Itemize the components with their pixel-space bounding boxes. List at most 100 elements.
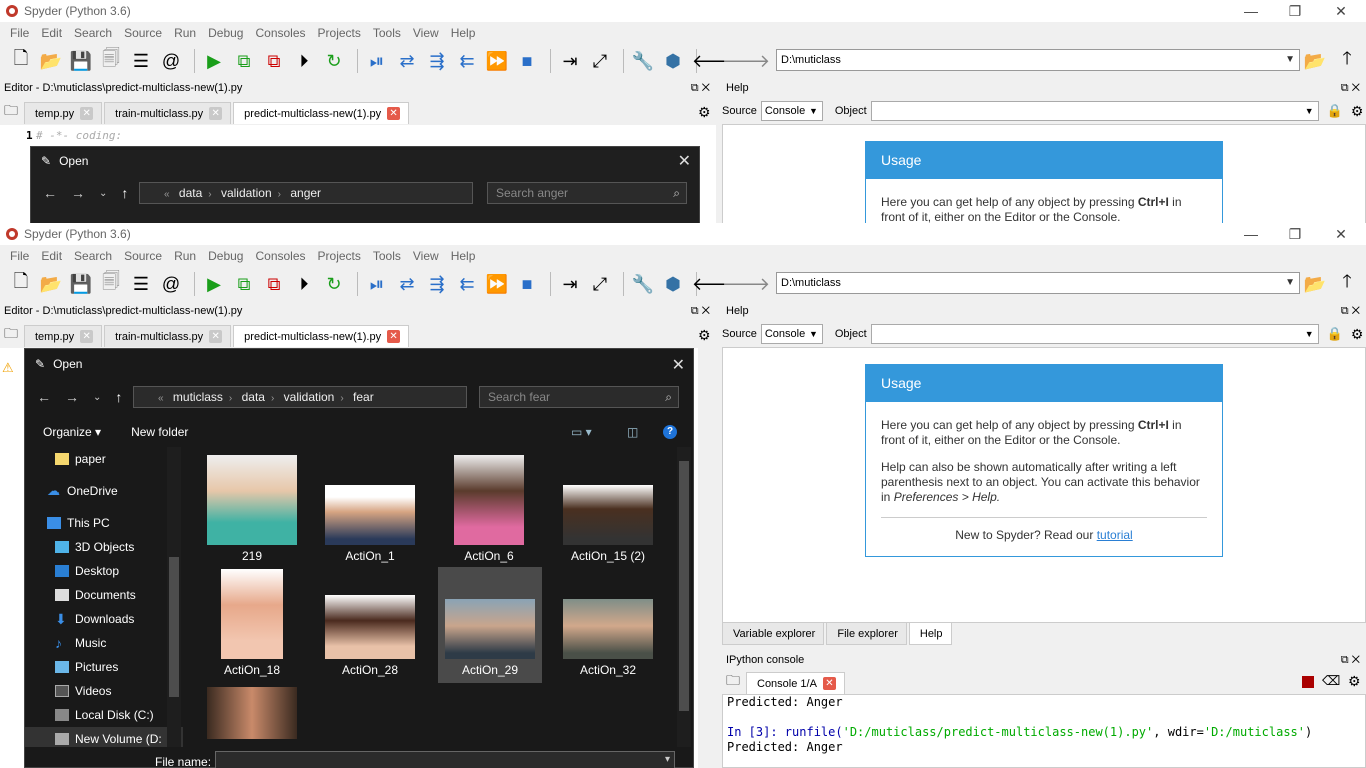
menu-source[interactable]: Source: [118, 26, 168, 40]
up-icon[interactable]: ↑: [121, 185, 128, 201]
console-output[interactable]: Predicted: Anger In [3]: runfile('D:/mut…: [722, 694, 1366, 768]
gear-icon[interactable]: ⚙: [1348, 673, 1361, 690]
menu-projects[interactable]: Projects: [312, 26, 367, 40]
python-path-icon[interactable]: ⬢: [660, 271, 686, 297]
pane-undock-close-icons[interactable]: ⧉ ✕: [1341, 79, 1360, 97]
menu-consoles[interactable]: Consoles: [249, 249, 311, 263]
run-cell-icon[interactable]: ⧉: [231, 48, 257, 74]
browse-tabs-icon[interactable]: 🗀: [0, 100, 24, 124]
rerun-icon[interactable]: ↻: [321, 271, 347, 297]
lock-icon[interactable]: 🔒: [1327, 326, 1343, 342]
tab-predict-multiclass[interactable]: predict-multiclass-new(1).py ✕: [233, 325, 410, 347]
close-icon[interactable]: ✕: [80, 330, 94, 343]
menu-search[interactable]: Search: [68, 249, 118, 263]
sidebar-item-this-pc[interactable]: This PC: [25, 511, 183, 535]
scrollbar-thumb[interactable]: [169, 557, 179, 697]
new-file-icon[interactable]: 🗋: [8, 48, 34, 74]
tab-train-multiclass[interactable]: train-multiclass.py ✕: [104, 325, 232, 347]
tab-console-1a[interactable]: Console 1/A ✕: [746, 672, 845, 694]
pane-undock-close-icons[interactable]: ⧉ ✕: [1341, 651, 1360, 669]
menu-help[interactable]: Help: [445, 249, 482, 263]
new-file-icon[interactable]: 🗋: [8, 271, 34, 297]
help-icon[interactable]: ?: [663, 425, 677, 439]
run-icon[interactable]: ▶: [201, 48, 227, 74]
menu-view[interactable]: View: [407, 26, 445, 40]
open-file-icon[interactable]: 📂: [38, 48, 64, 74]
chevron-down-icon[interactable]: ▼: [1285, 273, 1295, 293]
browse-folder-icon[interactable]: 📂: [1302, 48, 1328, 74]
forward-arrow-icon[interactable]: 🡒: [722, 271, 770, 297]
at-icon[interactable]: @: [158, 271, 184, 297]
gear-icon[interactable]: ⚙: [1351, 326, 1364, 343]
sidebar-item-documents[interactable]: Documents: [25, 583, 183, 607]
menu-search[interactable]: Search: [68, 26, 118, 40]
tab-train-multiclass[interactable]: train-multiclass.py ✕: [104, 102, 232, 124]
restore-button[interactable]: ❐: [1272, 0, 1318, 22]
breadcrumb[interactable]: data: [179, 186, 202, 200]
parent-dir-icon[interactable]: 🡑: [1334, 48, 1360, 74]
object-input[interactable]: ▼: [870, 101, 1319, 121]
file-list-icon[interactable]: ☰: [128, 271, 154, 297]
sidebar-item-onedrive[interactable]: ☁ OneDrive: [25, 479, 183, 503]
step-return-icon[interactable]: ⇇: [454, 48, 480, 74]
close-window-button[interactable]: ✕: [1318, 0, 1364, 22]
preview-pane-icon[interactable]: ◫: [627, 425, 638, 439]
continue-icon[interactable]: ⏩: [484, 271, 510, 297]
breadcrumb[interactable]: data: [242, 390, 265, 404]
menu-view[interactable]: View: [407, 249, 445, 263]
close-icon[interactable]: ✕: [209, 330, 223, 343]
preferences-icon[interactable]: 🔧: [630, 271, 656, 297]
chevron-down-icon[interactable]: ▾: [665, 754, 670, 765]
new-folder-button[interactable]: New folder: [131, 425, 188, 439]
menu-tools[interactable]: Tools: [367, 26, 407, 40]
file-list-icon[interactable]: ☰: [128, 48, 154, 74]
at-icon[interactable]: @: [158, 48, 184, 74]
address-bar[interactable]: « muticlass › data › validation › fear: [133, 386, 467, 408]
breadcrumb[interactable]: validation: [221, 186, 272, 200]
source-select[interactable]: Console ▼: [760, 101, 823, 121]
sidebar-item-3d-objects[interactable]: 3D Objects: [25, 535, 183, 559]
close-window-button[interactable]: ✕: [1318, 223, 1364, 245]
sidebar-item-paper[interactable]: paper: [25, 447, 183, 471]
run-selection-icon[interactable]: ⏵: [291, 48, 317, 74]
save-icon[interactable]: 💾: [68, 271, 94, 297]
breadcrumb[interactable]: muticlass: [173, 390, 223, 404]
gear-icon[interactable]: ⚙: [698, 104, 711, 121]
forward-icon[interactable]: →: [71, 185, 85, 201]
tab-temp[interactable]: temp.py ✕: [24, 325, 103, 347]
chevron-down-icon[interactable]: ⌄: [93, 392, 101, 403]
close-icon[interactable]: ✕: [672, 355, 685, 375]
source-select[interactable]: Console ▼: [760, 324, 823, 344]
back-icon[interactable]: ←: [43, 185, 57, 201]
close-icon[interactable]: ✕: [209, 107, 223, 120]
file-item[interactable]: ActiOn_6: [434, 455, 544, 563]
sidebar-item-videos[interactable]: Videos: [25, 679, 183, 703]
change-view-icon[interactable]: ▭ ▾: [571, 425, 592, 439]
parent-dir-icon[interactable]: 🡑: [1334, 271, 1360, 297]
menu-help[interactable]: Help: [445, 26, 482, 40]
run-cell-advance-icon[interactable]: ⧉: [261, 48, 287, 74]
stop-debug-icon[interactable]: ■: [514, 48, 540, 74]
file-item-selected[interactable]: ActiOn_29: [438, 567, 542, 683]
step-icon[interactable]: ⇄: [394, 271, 420, 297]
step-into-icon[interactable]: ⇶: [424, 271, 450, 297]
file-name-input[interactable]: ▾: [215, 751, 675, 768]
minimize-button[interactable]: —: [1228, 0, 1274, 22]
debug-icon[interactable]: ⏯: [364, 48, 390, 74]
pane-undock-close-icons[interactable]: ⧉ ✕: [691, 302, 710, 320]
stop-debug-icon[interactable]: ■: [514, 271, 540, 297]
step-into-icon[interactable]: ⇶: [424, 48, 450, 74]
address-bar[interactable]: « data › validation › anger: [139, 182, 473, 204]
eraser-icon[interactable]: ⌫: [1322, 673, 1340, 689]
gear-icon[interactable]: ⚙: [1351, 103, 1364, 120]
pane-undock-close-icons[interactable]: ⧉ ✕: [691, 79, 710, 97]
close-icon[interactable]: ✕: [80, 107, 94, 120]
save-all-icon[interactable]: 🗐: [98, 48, 124, 74]
search-input[interactable]: Search anger ⌕: [487, 182, 687, 204]
file-item[interactable]: ActiOn_28: [315, 569, 425, 677]
tutorial-link[interactable]: tutorial: [1097, 528, 1133, 542]
menu-run[interactable]: Run: [168, 26, 202, 40]
file-item[interactable]: ActiOn_1: [315, 455, 425, 563]
restore-button[interactable]: ❐: [1272, 223, 1318, 245]
up-icon[interactable]: ↑: [115, 389, 122, 405]
